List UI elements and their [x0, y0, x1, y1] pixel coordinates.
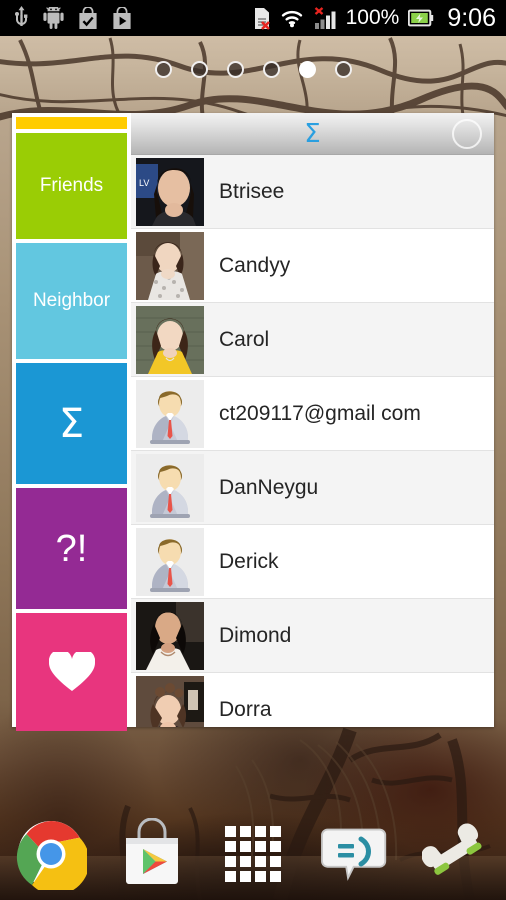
chrome-icon[interactable]: [15, 818, 87, 890]
list-item[interactable]: DanNeygu: [131, 451, 494, 525]
list-item[interactable]: Derick: [131, 525, 494, 599]
contact-photo: [136, 676, 204, 727]
list-header[interactable]: Σ: [131, 113, 494, 155]
page-dot-2[interactable]: [190, 60, 208, 78]
dock-phone[interactable]: [405, 808, 506, 900]
page-dot-3[interactable]: [226, 60, 244, 78]
refresh-circle-icon[interactable]: [452, 118, 482, 149]
list-item[interactable]: LV Btrisee: [131, 155, 494, 229]
contact-photo: [136, 601, 204, 670]
contact-name: Candyy: [219, 253, 291, 277]
avatar: [136, 231, 204, 300]
page-dot-4[interactable]: [262, 60, 280, 78]
bag-check-icon: [79, 6, 97, 29]
contact-name: ct209117@gmail com: [219, 401, 421, 425]
bag-play-icon: [113, 6, 131, 29]
contact-photo: [136, 231, 204, 300]
contact-photo: [136, 305, 204, 374]
tile-question[interactable]: ?!: [16, 488, 127, 609]
tile-favorites[interactable]: [16, 613, 127, 731]
messaging-icon[interactable]: [320, 822, 388, 886]
list-item[interactable]: Dimond: [131, 599, 494, 673]
contact-name: Dorra: [219, 698, 272, 721]
contact-name: DanNeygu: [219, 475, 319, 499]
status-bar[interactable]: 100% 9:06: [0, 0, 506, 36]
dock-messaging[interactable]: [304, 808, 405, 900]
status-bar-left-icons: [14, 6, 132, 30]
wifi-icon: [281, 10, 302, 28]
contact-name: Btrisee: [219, 179, 285, 203]
heart-icon: [48, 652, 95, 691]
tile-neighbor-label: Neighbor: [32, 290, 111, 311]
list-item[interactable]: ct209117@gmail com: [131, 377, 494, 451]
contacts-widget[interactable]: Friends Neighbor Σ ?! Σ LV Btrisee Candy…: [12, 113, 494, 731]
tile-friends-label: Friends: [39, 175, 104, 196]
avatar: LV: [136, 157, 204, 226]
sdcard-error-icon: [254, 7, 270, 30]
question-exclamation-icon: ?!: [55, 527, 88, 570]
contacts-list[interactable]: Σ LV Btrisee Candyy Carol ct209117@gmail…: [131, 113, 494, 727]
contact-name: Carol: [219, 327, 270, 351]
default-person-icon: [136, 527, 204, 596]
tile-neighbor[interactable]: Neighbor: [16, 243, 127, 359]
avatar: [136, 527, 204, 596]
battery-charging-icon: [408, 9, 434, 27]
list-item[interactable]: Candyy: [131, 229, 494, 303]
contact-name: Derick: [219, 549, 279, 573]
sigma-icon[interactable]: Σ: [304, 121, 320, 147]
status-bar-right-icons: 100% 9:06: [253, 4, 496, 33]
clock-label: 9:06: [447, 3, 496, 32]
app-drawer-icon[interactable]: [223, 824, 283, 884]
contact-name: Dimond: [219, 623, 292, 647]
usb-icon: [15, 6, 28, 26]
play-store-icon[interactable]: [117, 818, 187, 890]
dock[interactable]: [0, 808, 506, 900]
avatar: [136, 601, 204, 670]
avatar: [136, 379, 204, 448]
dock-chrome[interactable]: [0, 808, 101, 900]
signal-error-icon: [314, 6, 336, 29]
list-item[interactable]: Dorra: [131, 673, 494, 727]
widget-accent-bar: [16, 117, 127, 129]
default-person-icon: [136, 453, 204, 522]
page-dot-1[interactable]: [154, 60, 172, 78]
tile-friends[interactable]: Friends: [16, 133, 127, 239]
sigma-icon: Σ: [58, 400, 85, 447]
battery-percent-label: 100%: [345, 6, 400, 29]
phone-icon[interactable]: [422, 823, 488, 885]
svg-text:LV: LV: [139, 178, 149, 188]
dock-play-store[interactable]: [101, 808, 202, 900]
avatar: [136, 305, 204, 374]
page-indicator[interactable]: [0, 56, 506, 82]
page-dot-6[interactable]: [334, 60, 352, 78]
contact-photo: LV: [136, 157, 204, 226]
widget-tile-column[interactable]: Friends Neighbor Σ ?!: [12, 113, 131, 731]
android-icon: [43, 7, 64, 29]
avatar: [136, 453, 204, 522]
list-item[interactable]: Carol: [131, 303, 494, 377]
page-dot-5[interactable]: [298, 60, 316, 78]
default-person-icon: [136, 379, 204, 448]
tile-sigma[interactable]: Σ: [16, 363, 127, 484]
dock-app-drawer[interactable]: [202, 808, 303, 900]
avatar: [136, 676, 204, 727]
